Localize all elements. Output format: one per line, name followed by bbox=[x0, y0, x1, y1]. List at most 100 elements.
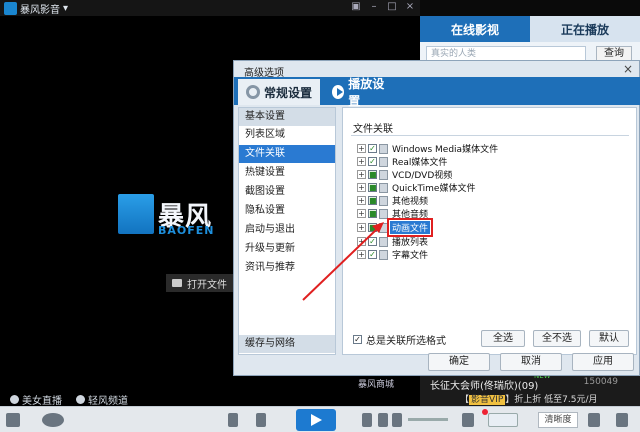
checkbox[interactable]: ■ bbox=[368, 223, 377, 232]
enhance-icon[interactable] bbox=[488, 413, 518, 427]
shop-link[interactable]: 暴风商城 bbox=[358, 377, 394, 390]
select-none-button[interactable]: 全不选 bbox=[533, 330, 581, 347]
tree-row[interactable]: + ✓ 字幕文件 bbox=[357, 248, 430, 261]
checkbox[interactable]: ■ bbox=[368, 209, 377, 218]
sidebar-header-basic[interactable]: 基本设置 bbox=[239, 108, 335, 126]
prev-icon[interactable] bbox=[256, 413, 266, 427]
link-light-label: 轻风频道 bbox=[88, 396, 128, 407]
tab-general-settings[interactable]: 常规设置 bbox=[238, 79, 320, 105]
expand-icon[interactable]: + bbox=[357, 209, 366, 218]
eye-icon[interactable] bbox=[42, 413, 64, 427]
app-name: 暴风影音 bbox=[20, 5, 60, 16]
tab-playing[interactable]: 正在播放 bbox=[530, 16, 640, 42]
file-type-icon bbox=[379, 169, 388, 180]
tree-row[interactable]: + ■ VCD/DVD视频 bbox=[357, 168, 454, 181]
eject-icon[interactable] bbox=[378, 413, 388, 427]
close-icon[interactable]: × bbox=[404, 1, 416, 12]
checkbox[interactable]: ✓ bbox=[368, 237, 377, 246]
sidebar-item-hotkeys[interactable]: 热键设置 bbox=[239, 164, 335, 182]
toolbox-icon[interactable] bbox=[6, 413, 20, 427]
vip-promo[interactable]: 【影音VIP 】折上折 低至7.5元/月 bbox=[460, 392, 597, 405]
expand-icon[interactable]: + bbox=[357, 170, 366, 179]
sidebar-item-file-assoc[interactable]: 文件关联 bbox=[239, 145, 335, 163]
checkbox[interactable]: ■ bbox=[368, 196, 377, 205]
vip-badge: 影音VIP bbox=[469, 395, 506, 405]
expand-icon[interactable]: + bbox=[357, 237, 366, 246]
tree-row[interactable]: + ✓ Windows Media媒体文件 bbox=[357, 142, 500, 155]
settings-sidebar: 基本设置 列表区域 文件关联 热键设置 截图设置 隐私设置 启动与退出 升级与更… bbox=[238, 107, 336, 355]
tab-playback-settings[interactable]: 播放设置 bbox=[324, 77, 398, 108]
sidebar-item-list-area[interactable]: 列表区域 bbox=[239, 126, 335, 144]
content-title: 文件关联 bbox=[353, 124, 393, 135]
play-button[interactable] bbox=[296, 409, 336, 431]
checkbox[interactable]: ■ bbox=[368, 170, 377, 179]
tree-label: 播放列表 bbox=[392, 238, 429, 248]
apply-button[interactable]: 应用 bbox=[572, 353, 634, 371]
sidebar-item-update[interactable]: 升级与更新 bbox=[239, 240, 335, 258]
brand-glyph-icon bbox=[118, 194, 154, 234]
tree-row[interactable]: + ■ 其他音频 bbox=[357, 207, 430, 220]
minimize-icon[interactable]: – bbox=[368, 1, 380, 12]
open-file-button[interactable]: 打开文件 bbox=[166, 274, 236, 292]
checkbox[interactable]: ✓ bbox=[368, 250, 377, 259]
link-beauty-live[interactable]: 美女直播 bbox=[10, 392, 62, 407]
link-light-channel[interactable]: 轻风频道 bbox=[76, 392, 128, 407]
file-type-icon bbox=[379, 208, 388, 219]
leaf-icon bbox=[76, 395, 85, 404]
quality-button[interactable]: 清晰度 bbox=[538, 412, 578, 428]
skin-icon[interactable]: ▣ bbox=[350, 1, 362, 12]
sidebar-item-startup[interactable]: 启动与退出 bbox=[239, 221, 335, 239]
file-assoc-panel: 文件关联 + ✓ Windows Media媒体文件 + ✓ Real媒体文件 + ■ VC… bbox=[342, 107, 637, 355]
maximize-icon[interactable]: □ bbox=[386, 1, 398, 12]
default-button[interactable]: 默认 bbox=[589, 330, 629, 347]
screenshot-icon[interactable] bbox=[462, 413, 474, 427]
next-icon[interactable] bbox=[362, 413, 372, 427]
always-assoc-option[interactable]: ✓ 总是关联所选格式 bbox=[353, 332, 446, 347]
open-file-label: 打开文件 bbox=[187, 279, 227, 291]
control-bar: 清晰度 bbox=[0, 406, 640, 432]
ok-button[interactable]: 确定 bbox=[428, 353, 490, 371]
playlist-title[interactable]: 长征大会师(佟瑞欣)(09) bbox=[430, 377, 538, 392]
expand-icon[interactable]: + bbox=[357, 250, 366, 259]
checkbox[interactable]: ■ bbox=[368, 183, 377, 192]
tree-row[interactable]: + ✓ 播放列表 bbox=[357, 235, 430, 248]
tree-row[interactable]: + ✓ Real媒体文件 bbox=[357, 155, 449, 168]
cancel-button[interactable]: 取消 bbox=[500, 353, 562, 371]
sidebar-item-screenshot[interactable]: 截图设置 bbox=[239, 183, 335, 201]
window-controls: ▣ – □ × bbox=[350, 1, 416, 12]
stop-icon[interactable] bbox=[228, 413, 238, 427]
always-assoc-checkbox[interactable]: ✓ bbox=[353, 335, 362, 344]
expand-icon[interactable]: + bbox=[357, 157, 366, 166]
tree-row[interactable]: + ■ 其他视频 bbox=[357, 194, 430, 207]
select-all-button[interactable]: 全选 bbox=[481, 330, 525, 347]
tab-online[interactable]: 在线影视 bbox=[420, 16, 530, 42]
expand-icon[interactable]: + bbox=[357, 144, 366, 153]
dialog-tabbar: 常规设置 播放设置 bbox=[234, 77, 640, 108]
list-icon[interactable] bbox=[588, 413, 600, 427]
checkbox[interactable]: ✓ bbox=[368, 157, 377, 166]
expand-icon[interactable]: + bbox=[357, 183, 366, 192]
video-bottom-links: 美女直播 轻风频道 bbox=[10, 392, 128, 407]
app-menu[interactable]: 暴风影音 ▾ bbox=[4, 1, 68, 16]
volume-icon[interactable] bbox=[392, 413, 402, 427]
advanced-options-dialog: 高级选项 × 常规设置 播放设置 基本设置 列表区域 文件关联 热键设置 截图设… bbox=[233, 60, 640, 376]
shop-label: 暴风商城 bbox=[358, 380, 395, 390]
tab-general-label: 常规设置 bbox=[264, 85, 313, 100]
file-type-icon bbox=[379, 182, 388, 193]
sidebar-item-news[interactable]: 资讯与推荐 bbox=[239, 259, 335, 277]
volume-slider[interactable] bbox=[408, 418, 448, 421]
vip-prefix: 【 bbox=[460, 395, 470, 405]
right-panel-tabs: 在线影视 正在播放 bbox=[420, 16, 640, 42]
dialog-close-button[interactable]: × bbox=[623, 62, 633, 76]
tree-label: QuickTime媒体文件 bbox=[392, 184, 476, 194]
tree-row-animation[interactable]: + ■ 动画文件 bbox=[357, 218, 434, 237]
sidebar-item-cache-network[interactable]: 缓存与网络 bbox=[239, 335, 335, 353]
checkbox[interactable]: ✓ bbox=[368, 144, 377, 153]
tree-label: 其他视频 bbox=[392, 197, 429, 207]
link-beauty-label: 美女直播 bbox=[22, 396, 62, 407]
fullscreen-icon[interactable] bbox=[616, 413, 628, 427]
sidebar-item-privacy[interactable]: 隐私设置 bbox=[239, 202, 335, 220]
tree-row[interactable]: + ■ QuickTime媒体文件 bbox=[357, 181, 477, 194]
expand-icon[interactable]: + bbox=[357, 196, 366, 205]
expand-icon[interactable]: + bbox=[357, 223, 366, 232]
